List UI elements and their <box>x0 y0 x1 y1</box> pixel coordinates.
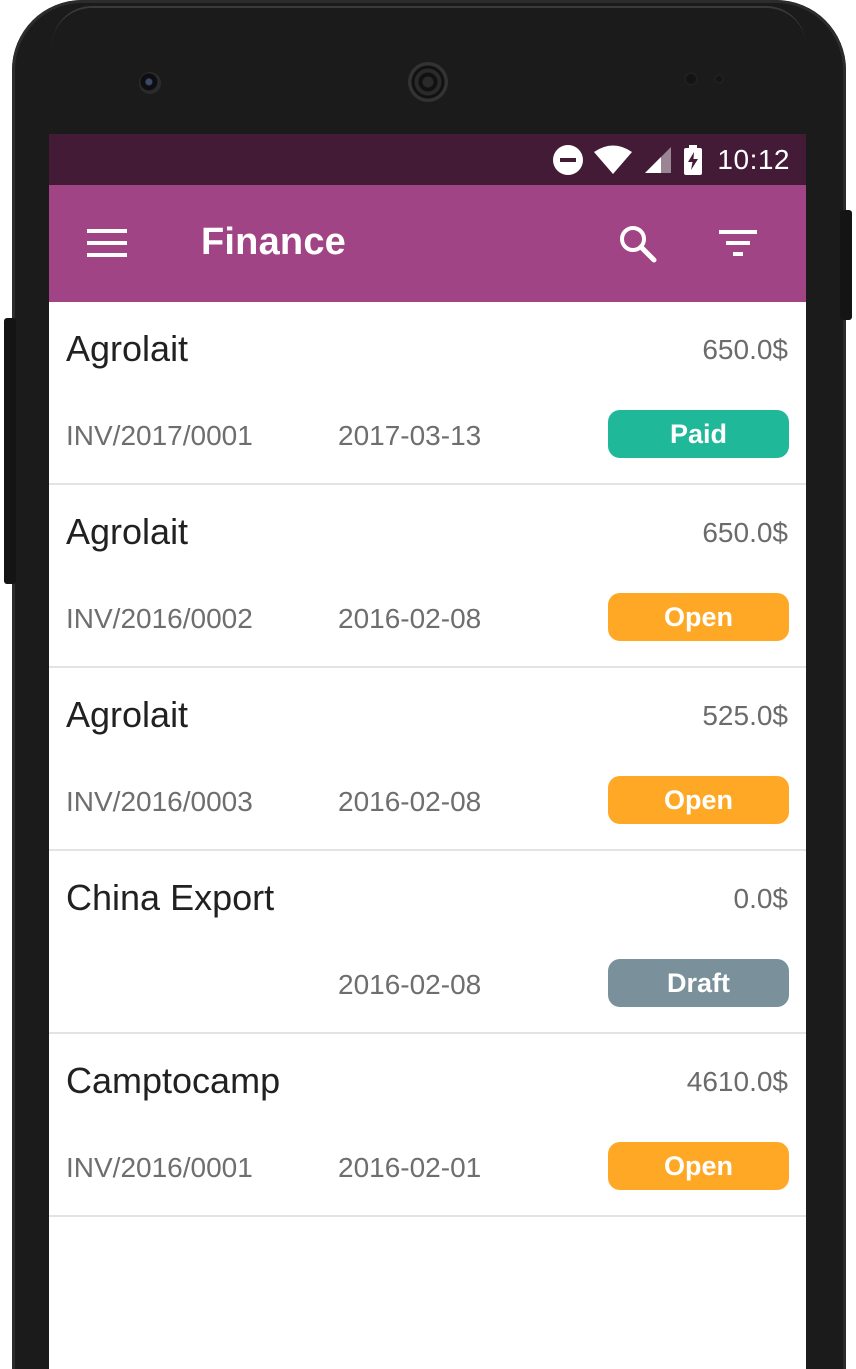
phone-bezel-highlight <box>52 6 806 46</box>
partner-name: China Export <box>66 877 275 918</box>
search-icon[interactable] <box>617 223 659 265</box>
proximity-sensor <box>684 72 698 86</box>
volume-button <box>4 318 16 584</box>
status-badge: Open <box>608 593 789 641</box>
list-item[interactable]: China Export 0.0$ 2016-02-08 Draft <box>49 851 806 1034</box>
invoice-reference: INV/2017/0001 <box>66 420 253 451</box>
list-item[interactable]: Camptocamp 4610.0$ INV/2016/0001 2016-02… <box>49 1034 806 1217</box>
invoice-reference: INV/2016/0003 <box>66 786 253 817</box>
partner-name: Camptocamp <box>66 1060 281 1101</box>
invoice-list: Agrolait 650.0$ INV/2017/0001 2017-03-13… <box>49 302 806 1217</box>
invoice-date: 2016-02-08 <box>338 786 482 817</box>
invoice-date: 2017-03-13 <box>338 420 482 451</box>
partner-name: Agrolait <box>66 511 189 552</box>
invoice-date: 2016-02-08 <box>338 969 482 1000</box>
invoice-date: 2016-02-01 <box>338 1152 482 1183</box>
invoice-amount: 650.0$ <box>702 517 788 548</box>
invoice-amount: 4610.0$ <box>686 1066 788 1097</box>
partner-name: Agrolait <box>66 328 189 369</box>
earpiece-speaker <box>408 62 448 102</box>
status-bar: 10:12 <box>49 134 806 185</box>
status-badge: Open <box>608 776 789 824</box>
filter-icon[interactable] <box>719 229 759 259</box>
invoice-amount: 0.0$ <box>733 883 789 914</box>
invoice-reference: INV/2016/0002 <box>66 603 253 634</box>
front-camera <box>139 72 161 94</box>
status-time: 10:12 <box>717 143 790 175</box>
status-badge: Open <box>608 1142 789 1190</box>
do-not-disturb-icon <box>553 144 584 175</box>
partner-name: Agrolait <box>66 694 189 735</box>
menu-icon[interactable] <box>87 229 127 259</box>
page-title: Finance <box>201 221 346 263</box>
invoice-amount: 650.0$ <box>702 334 788 365</box>
invoice-reference: INV/2016/0001 <box>66 1152 253 1183</box>
wifi-icon <box>594 145 633 174</box>
list-item[interactable]: Agrolait 525.0$ INV/2016/0003 2016-02-08… <box>49 668 806 851</box>
invoice-date: 2016-02-08 <box>338 603 482 634</box>
signal-icon <box>645 146 672 173</box>
status-badge: Draft <box>608 959 789 1007</box>
app-bar: Finance <box>49 185 806 302</box>
power-button <box>840 210 852 320</box>
status-badge: Paid <box>608 410 789 458</box>
list-item[interactable]: Agrolait 650.0$ INV/2017/0001 2017-03-13… <box>49 302 806 485</box>
invoice-amount: 525.0$ <box>702 700 788 731</box>
screen: 10:12 Finance Agrolait 650.0$ INV/2017/0… <box>49 134 806 1369</box>
light-sensor <box>714 74 724 84</box>
battery-charging-icon <box>684 144 703 175</box>
list-item[interactable]: Agrolait 650.0$ INV/2016/0002 2016-02-08… <box>49 485 806 668</box>
